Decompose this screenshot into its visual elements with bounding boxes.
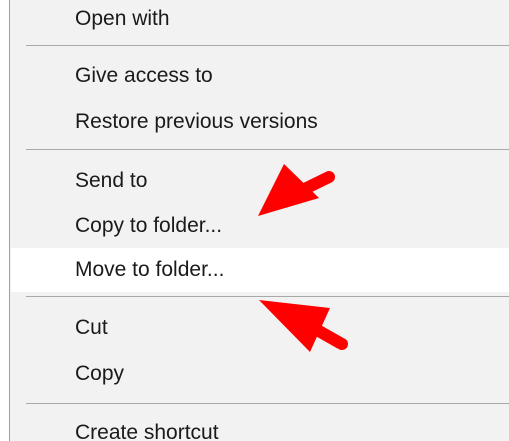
context-menu: Open with Give access to Restore previou… [9,0,509,441]
menu-item-label: Give access to [75,64,213,87]
menu-item-label: Create shortcut [75,421,219,441]
menu-item-send-to[interactable]: Send to [11,159,509,203]
menu-item-copy-to-folder[interactable]: Copy to folder... [11,204,509,248]
menu-separator [26,149,509,150]
menu-item-label: Send to [75,169,148,192]
menu-item-move-to-folder[interactable]: Move to folder... [11,248,509,292]
menu-item-label: Cut [75,316,108,339]
menu-separator [26,45,509,46]
menu-item-create-shortcut[interactable]: Create shortcut [11,411,509,441]
menu-separator [26,296,509,297]
menu-item-copy[interactable]: Copy [11,352,509,396]
menu-item-give-access[interactable]: Give access to [11,54,509,98]
menu-separator [26,403,509,404]
menu-item-label: Move to folder... [75,258,225,281]
menu-item-restore-previous-versions[interactable]: Restore previous versions [11,100,509,144]
menu-item-label: Restore previous versions [75,110,318,133]
menu-item-label: Copy to folder... [75,214,223,237]
menu-item-label: Open with [75,7,170,30]
menu-item-open-with[interactable]: Open with [11,0,509,41]
menu-item-label: Copy [75,362,125,385]
screenshot-stage: Open with Give access to Restore previou… [0,0,509,441]
menu-item-cut[interactable]: Cut [11,306,509,350]
